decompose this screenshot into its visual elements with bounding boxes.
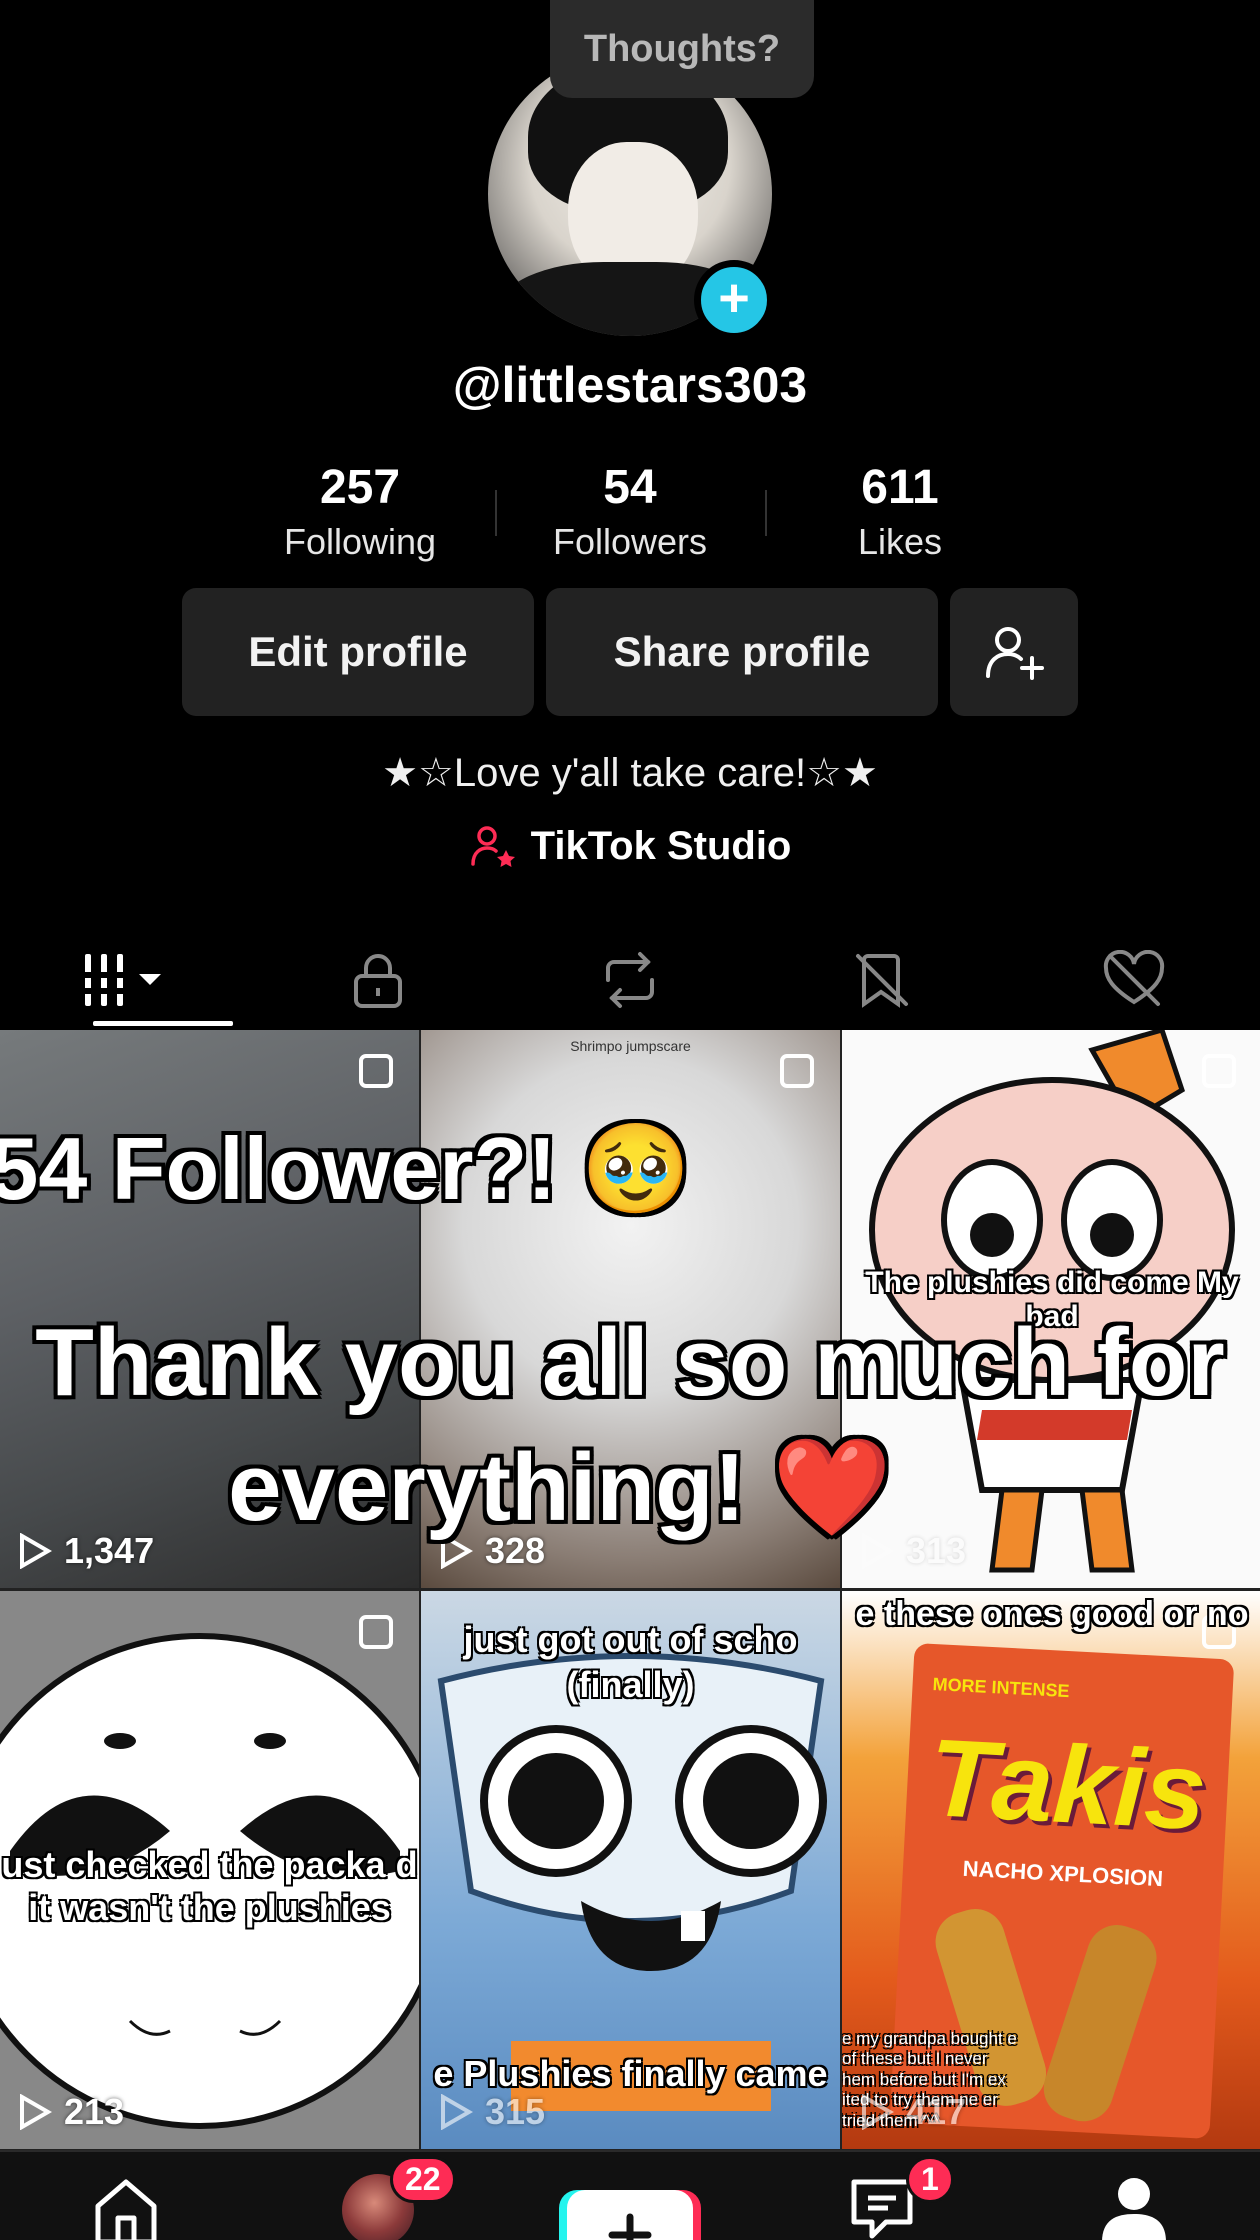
thoughts-bubble[interactable]: Thoughts? [550, 0, 814, 98]
studio-user-icon [470, 826, 515, 867]
videos-grid-icon [83, 954, 161, 1006]
repost-icon [606, 952, 654, 1008]
view-count: 417 [860, 2091, 966, 2133]
stat-value: 257 [319, 461, 401, 514]
stat-value: 611 [861, 461, 939, 514]
play-icon [441, 2094, 473, 2130]
liked-icon [1103, 950, 1165, 1006]
stat-divider [765, 490, 767, 536]
video-caption: Shrimpo jumpscare [570, 1038, 691, 1054]
view-count-text: 315 [485, 2091, 546, 2132]
view-count: 213 [18, 2091, 124, 2133]
plus-icon [608, 2213, 652, 2240]
profile-actions: Edit profile Share profile [182, 588, 1078, 716]
stat-label: Followers [552, 521, 708, 562]
tab-liked[interactable] [1008, 930, 1260, 1030]
nav-profile[interactable] [1008, 2152, 1260, 2240]
multi-photo-icon [359, 1054, 393, 1088]
friends-badge: 22 [390, 2156, 456, 2203]
multi-photo-icon [359, 1615, 393, 1649]
home-icon [95, 2179, 157, 2240]
video-caption: just got out of scho (finally) [463, 1619, 798, 1705]
video-caption-bottom: e Plushies finally came [433, 2053, 828, 2094]
overlay-line-3: everything! ❤️ [228, 1434, 892, 1541]
tab-videos[interactable] [0, 930, 252, 1030]
nav-friends[interactable]: 22 [252, 2152, 504, 2240]
tiktok-studio-link[interactable]: TikTok Studio [0, 822, 1260, 870]
active-tab-indicator [93, 1021, 233, 1026]
nav-create[interactable] [504, 2152, 756, 2240]
view-count: 315 [439, 2091, 545, 2133]
create-button[interactable] [567, 2190, 693, 2240]
multi-photo-icon [780, 1054, 814, 1088]
takis-flavor: NACHO XPLOSION [962, 1855, 1164, 1892]
add-user-icon [986, 627, 1044, 680]
bottom-navbar: 22 1 [0, 2150, 1260, 2240]
overlay-line-1: 54 Follower?! 🥹 [0, 1119, 691, 1218]
lock-icon [354, 954, 402, 1008]
stat-value: 54 [603, 461, 657, 514]
stat-label: Likes [857, 521, 943, 562]
profile-bio: ★☆Love y'all take care!☆★ [382, 751, 878, 795]
edit-profile-button[interactable]: Edit profile [182, 588, 534, 716]
share-profile-button[interactable]: Share profile [546, 588, 938, 716]
stat-following[interactable]: 257 Following [225, 460, 495, 563]
add-avatar-button[interactable]: + [694, 260, 774, 340]
stat-followers[interactable]: 54 Followers [495, 460, 765, 563]
takis-chip [1035, 1917, 1165, 2130]
view-count-text: 213 [64, 2091, 125, 2132]
stat-label: Following [283, 521, 437, 562]
takis-tag: MORE INTENSE [932, 1673, 1071, 1702]
video-caption: ust checked the packa d it wasn't the pl… [1, 1844, 418, 1929]
profile-tabs [0, 930, 1260, 1030]
studio-label: TikTok Studio [530, 823, 792, 868]
nav-inbox[interactable]: 1 [756, 2152, 1008, 2240]
multi-photo-icon [1202, 1054, 1236, 1088]
video-thumbnail[interactable]: MORE INTENSE Takis NACHO XPLOSION e thes… [842, 1591, 1260, 2149]
tab-private[interactable] [252, 930, 504, 1030]
play-icon [862, 2094, 894, 2130]
plus-icon: + [718, 268, 750, 328]
nav-home[interactable] [0, 2152, 252, 2240]
view-count-text: 417 [906, 2091, 967, 2132]
tab-favorites[interactable] [756, 930, 1008, 1030]
play-icon [20, 2094, 52, 2130]
inbox-badge: 1 [906, 2156, 954, 2203]
profile-icon [1102, 2178, 1166, 2240]
profile-stats: 257 Following 54 Followers 611 Likes [0, 460, 1260, 563]
video-thumbnail[interactable]: just got out of scho (finally) e Plushie… [421, 1591, 840, 2149]
video-thumbnail[interactable]: ust checked the packa d it wasn't the pl… [0, 1591, 419, 2149]
stat-divider [495, 490, 497, 536]
tab-reposts[interactable] [504, 930, 756, 1030]
add-friend-button[interactable] [950, 588, 1078, 716]
stat-likes[interactable]: 611 Likes [765, 460, 1035, 563]
takis-logo: Takis [925, 1715, 1210, 1854]
overlay-line-2: Thank you all so much for [35, 1309, 1225, 1416]
username: @littlestars303 [452, 357, 808, 413]
video-caption: e these ones good or no [855, 1595, 1249, 1633]
tagged-icon [856, 954, 908, 1008]
